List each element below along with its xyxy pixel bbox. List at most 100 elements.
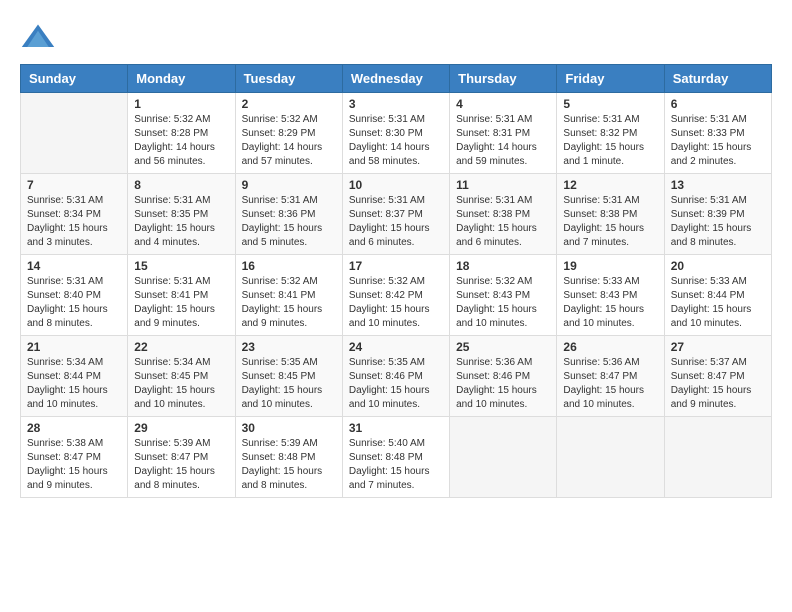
calendar-cell (450, 417, 557, 498)
day-header-thursday: Thursday (450, 65, 557, 93)
day-info: Sunrise: 5:31 AM Sunset: 8:38 PM Dayligh… (563, 194, 657, 250)
page-header (20, 20, 772, 56)
day-number: 3 (349, 97, 443, 111)
day-number: 15 (134, 259, 228, 273)
calendar-cell: 16 Sunrise: 5:32 AM Sunset: 8:41 PM Dayli… (235, 255, 342, 336)
day-info: Sunrise: 5:31 AM Sunset: 8:38 PM Dayligh… (456, 194, 550, 250)
day-info: Sunrise: 5:31 AM Sunset: 8:37 PM Dayligh… (349, 194, 443, 250)
day-header-saturday: Saturday (664, 65, 771, 93)
calendar-cell: 14 Sunrise: 5:31 AM Sunset: 8:40 PM Dayli… (21, 255, 128, 336)
calendar-cell: 25 Sunrise: 5:36 AM Sunset: 8:46 PM Dayli… (450, 336, 557, 417)
calendar-cell: 12 Sunrise: 5:31 AM Sunset: 8:38 PM Dayli… (557, 174, 664, 255)
calendar-cell: 29Sunrise: 5:39 AM Sunset: 8:47 PM Dayli… (128, 417, 235, 498)
day-header-monday: Monday (128, 65, 235, 93)
calendar-cell: 1 Sunrise: 5:32 AM Sunset: 8:28 PM Daylig… (128, 93, 235, 174)
day-info: Sunrise: 5:34 AM Sunset: 8:44 PM Dayligh… (27, 356, 121, 412)
calendar-cell: 22Sunrise: 5:34 AM Sunset: 8:45 PM Dayli… (128, 336, 235, 417)
day-info: Sunrise: 5:36 AM Sunset: 8:47 PM Dayligh… (563, 356, 657, 412)
day-info: Sunrise: 5:39 AM Sunset: 8:47 PM Dayligh… (134, 437, 228, 493)
day-info: Sunrise: 5:31 AM Sunset: 8:39 PM Dayligh… (671, 194, 765, 250)
day-info: Sunrise: 5:31 AM Sunset: 8:41 PM Dayligh… (134, 275, 228, 331)
day-info: Sunrise: 5:32 AM Sunset: 8:41 PM Dayligh… (242, 275, 336, 331)
day-info: Sunrise: 5:35 AM Sunset: 8:45 PM Dayligh… (242, 356, 336, 412)
day-number: 18 (456, 259, 550, 273)
day-number: 26 (563, 340, 657, 354)
day-info: Sunrise: 5:31 AM Sunset: 8:31 PM Dayligh… (456, 113, 550, 169)
calendar-cell: 7Sunrise: 5:31 AM Sunset: 8:34 PM Daylig… (21, 174, 128, 255)
day-number: 5 (563, 97, 657, 111)
calendar-table: SundayMondayTuesdayWednesdayThursdayFrid… (20, 64, 772, 498)
calendar-cell: 24 Sunrise: 5:35 AM Sunset: 8:46 PM Dayli… (342, 336, 449, 417)
calendar-cell (557, 417, 664, 498)
calendar-week-2: 7Sunrise: 5:31 AM Sunset: 8:34 PM Daylig… (21, 174, 772, 255)
day-info: Sunrise: 5:31 AM Sunset: 8:40 PM Dayligh… (27, 275, 121, 331)
day-number: 6 (671, 97, 765, 111)
calendar-cell: 21 Sunrise: 5:34 AM Sunset: 8:44 PM Dayli… (21, 336, 128, 417)
calendar-cell: 8 Sunrise: 5:31 AM Sunset: 8:35 PM Daylig… (128, 174, 235, 255)
day-number: 30 (242, 421, 336, 435)
calendar-cell: 15 Sunrise: 5:31 AM Sunset: 8:41 PM Dayli… (128, 255, 235, 336)
day-info: Sunrise: 5:37 AM Sunset: 8:47 PM Dayligh… (671, 356, 765, 412)
day-number: 24 (349, 340, 443, 354)
day-info: Sunrise: 5:33 AM Sunset: 8:43 PM Dayligh… (563, 275, 657, 331)
day-number: 4 (456, 97, 550, 111)
calendar-cell: 11 Sunrise: 5:31 AM Sunset: 8:38 PM Dayli… (450, 174, 557, 255)
calendar-cell: 3Sunrise: 5:31 AM Sunset: 8:30 PM Daylig… (342, 93, 449, 174)
day-number: 23 (242, 340, 336, 354)
calendar-cell: 2 Sunrise: 5:32 AM Sunset: 8:29 PM Daylig… (235, 93, 342, 174)
calendar-week-4: 21 Sunrise: 5:34 AM Sunset: 8:44 PM Dayli… (21, 336, 772, 417)
day-number: 31 (349, 421, 443, 435)
day-number: 19 (563, 259, 657, 273)
calendar-header: SundayMondayTuesdayWednesdayThursdayFrid… (21, 65, 772, 93)
calendar-week-3: 14 Sunrise: 5:31 AM Sunset: 8:40 PM Dayli… (21, 255, 772, 336)
day-info: Sunrise: 5:38 AM Sunset: 8:47 PM Dayligh… (27, 437, 121, 493)
day-number: 13 (671, 178, 765, 192)
day-number: 9 (242, 178, 336, 192)
day-header-friday: Friday (557, 65, 664, 93)
day-number: 20 (671, 259, 765, 273)
day-number: 21 (27, 340, 121, 354)
day-info: Sunrise: 5:32 AM Sunset: 8:29 PM Dayligh… (242, 113, 336, 169)
day-number: 14 (27, 259, 121, 273)
day-number: 28 (27, 421, 121, 435)
day-number: 25 (456, 340, 550, 354)
day-number: 12 (563, 178, 657, 192)
day-info: Sunrise: 5:32 AM Sunset: 8:28 PM Dayligh… (134, 113, 228, 169)
day-header-wednesday: Wednesday (342, 65, 449, 93)
day-info: Sunrise: 5:33 AM Sunset: 8:44 PM Dayligh… (671, 275, 765, 331)
day-number: 16 (242, 259, 336, 273)
day-number: 11 (456, 178, 550, 192)
day-info: Sunrise: 5:35 AM Sunset: 8:46 PM Dayligh… (349, 356, 443, 412)
day-info: Sunrise: 5:34 AM Sunset: 8:45 PM Dayligh… (134, 356, 228, 412)
calendar-cell: 26 Sunrise: 5:36 AM Sunset: 8:47 PM Dayli… (557, 336, 664, 417)
day-info: Sunrise: 5:36 AM Sunset: 8:46 PM Dayligh… (456, 356, 550, 412)
calendar-cell: 28 Sunrise: 5:38 AM Sunset: 8:47 PM Dayli… (21, 417, 128, 498)
day-info: Sunrise: 5:31 AM Sunset: 8:35 PM Dayligh… (134, 194, 228, 250)
header-row: SundayMondayTuesdayWednesdayThursdayFrid… (21, 65, 772, 93)
calendar-cell: 6 Sunrise: 5:31 AM Sunset: 8:33 PM Daylig… (664, 93, 771, 174)
calendar-cell: 4 Sunrise: 5:31 AM Sunset: 8:31 PM Daylig… (450, 93, 557, 174)
calendar-cell: 20 Sunrise: 5:33 AM Sunset: 8:44 PM Dayli… (664, 255, 771, 336)
day-number: 10 (349, 178, 443, 192)
day-header-tuesday: Tuesday (235, 65, 342, 93)
calendar-cell: 23 Sunrise: 5:35 AM Sunset: 8:45 PM Dayli… (235, 336, 342, 417)
calendar-cell: 30Sunrise: 5:39 AM Sunset: 8:48 PM Dayli… (235, 417, 342, 498)
logo-icon (20, 20, 56, 56)
calendar-week-5: 28 Sunrise: 5:38 AM Sunset: 8:47 PM Dayli… (21, 417, 772, 498)
day-number: 27 (671, 340, 765, 354)
calendar-cell: 19 Sunrise: 5:33 AM Sunset: 8:43 PM Dayli… (557, 255, 664, 336)
day-info: Sunrise: 5:31 AM Sunset: 8:36 PM Dayligh… (242, 194, 336, 250)
calendar-cell: 17Sunrise: 5:32 AM Sunset: 8:42 PM Dayli… (342, 255, 449, 336)
calendar-cell: 13 Sunrise: 5:31 AM Sunset: 8:39 PM Dayli… (664, 174, 771, 255)
day-info: Sunrise: 5:31 AM Sunset: 8:34 PM Dayligh… (27, 194, 121, 250)
calendar-cell: 9 Sunrise: 5:31 AM Sunset: 8:36 PM Daylig… (235, 174, 342, 255)
day-info: Sunrise: 5:40 AM Sunset: 8:48 PM Dayligh… (349, 437, 443, 493)
calendar-cell: 31 Sunrise: 5:40 AM Sunset: 8:48 PM Dayli… (342, 417, 449, 498)
calendar-cell: 5Sunrise: 5:31 AM Sunset: 8:32 PM Daylig… (557, 93, 664, 174)
calendar-cell (664, 417, 771, 498)
day-info: Sunrise: 5:31 AM Sunset: 8:33 PM Dayligh… (671, 113, 765, 169)
day-number: 2 (242, 97, 336, 111)
day-number: 8 (134, 178, 228, 192)
calendar-cell: 18Sunrise: 5:32 AM Sunset: 8:43 PM Dayli… (450, 255, 557, 336)
day-number: 1 (134, 97, 228, 111)
